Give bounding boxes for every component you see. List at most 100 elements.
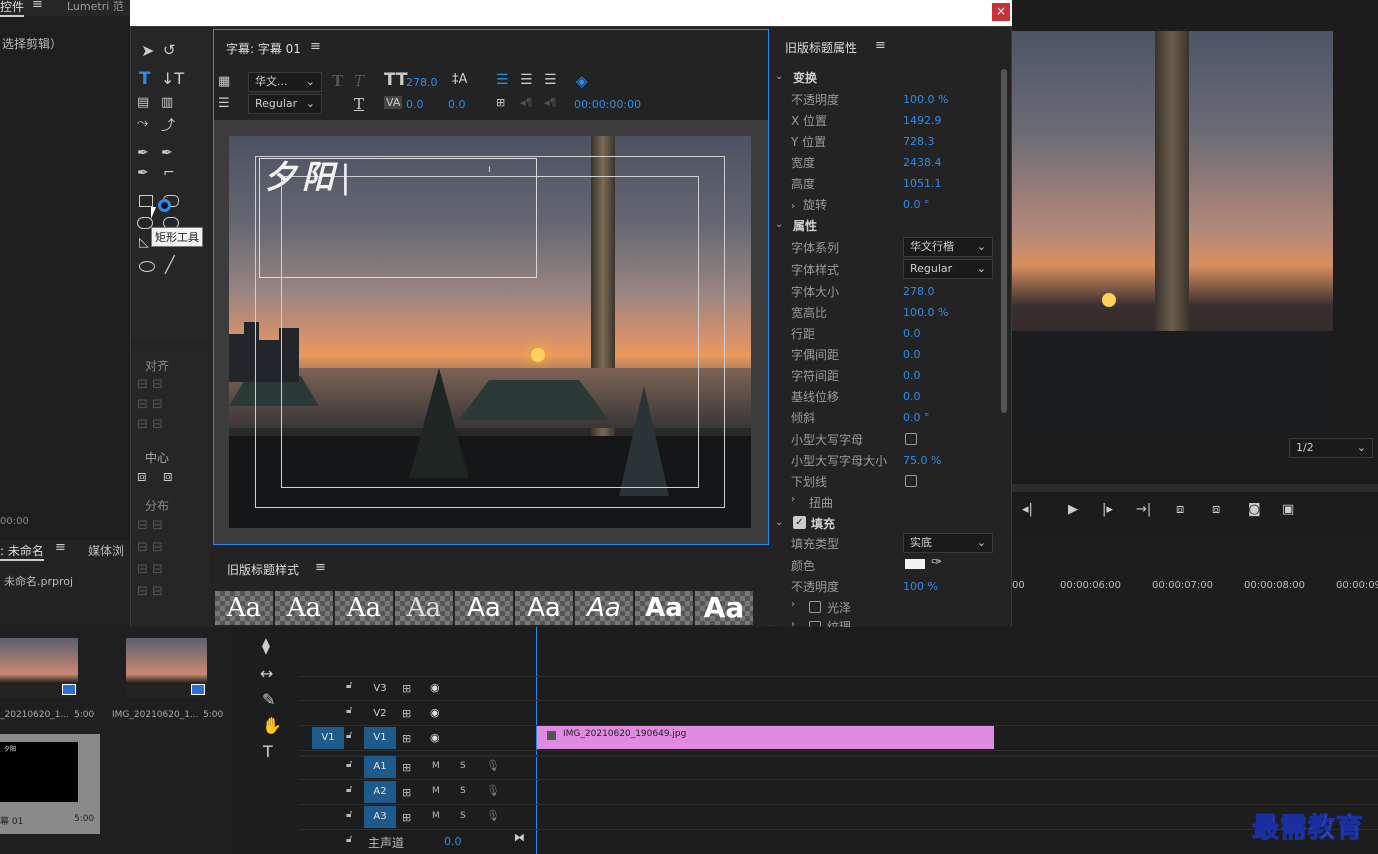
align-left-icon[interactable]: ☰ <box>496 72 509 88</box>
menu-icon[interactable]: ≡ <box>310 39 321 54</box>
prop-value[interactable]: 0.0 <box>903 327 921 340</box>
rotation-tool-icon[interactable]: ↺ <box>163 41 176 59</box>
align-center-icon[interactable]: ☰ <box>520 72 533 88</box>
eye-icon[interactable]: ◉ <box>430 706 440 719</box>
font-style-select[interactable]: Regular ⌄ <box>248 94 322 114</box>
tab-media-browser[interactable]: 媒体浏 <box>88 542 124 559</box>
zoom-select[interactable]: 1/2 ⌄ <box>1289 438 1373 458</box>
chevron-down-icon[interactable]: ⌄ <box>775 71 783 82</box>
play-icon[interactable]: ▶ <box>1068 502 1078 517</box>
vertical-area-type-icon[interactable]: ▥ <box>161 95 173 110</box>
step-forward-icon[interactable]: |▸ <box>1102 502 1113 517</box>
master-volume-value[interactable]: 0.0 <box>444 835 462 848</box>
line-tool-icon[interactable]: ╱ <box>165 255 175 274</box>
underline-checkbox[interactable] <box>905 475 917 487</box>
font-style-dropdown[interactable]: Regular ⌄ <box>903 259 993 279</box>
pen-icon[interactable]: ✎ <box>262 690 275 709</box>
font-size-value[interactable]: 278.0 <box>406 76 438 89</box>
eye-icon[interactable]: ◉ <box>430 681 440 694</box>
small-caps-checkbox[interactable] <box>905 433 917 445</box>
style-swatch[interactable]: Aa <box>695 591 753 625</box>
leading-value[interactable]: 0.0 <box>448 98 466 111</box>
ellipse-tool-icon[interactable] <box>139 261 155 272</box>
track-a3[interactable]: A3 <box>364 806 396 828</box>
tab-stops-icon[interactable]: ⊞ <box>496 96 505 109</box>
menu-icon[interactable]: ≡ <box>32 0 43 12</box>
compare-icon[interactable]: ▣ <box>1282 502 1294 517</box>
source-patch-v1[interactable]: V1 <box>312 727 344 749</box>
go-to-out-icon[interactable]: →| <box>1136 502 1151 517</box>
track-v2[interactable]: V2 <box>364 703 394 725</box>
track-a1[interactable]: A1 <box>364 756 396 778</box>
menu-icon[interactable]: ≡ <box>875 38 886 53</box>
prop-value[interactable]: 278.0 <box>903 285 935 298</box>
new-title-icon[interactable]: ▦ <box>218 74 230 89</box>
section-fill[interactable]: 填充 <box>811 515 835 532</box>
selection-tool-icon[interactable]: ➤ <box>141 41 154 60</box>
timecode[interactable]: 00:00:00:00 <box>574 98 641 111</box>
sync-icon[interactable]: ⊞ <box>402 707 411 720</box>
extract-icon[interactable]: ⧈ <box>1212 502 1220 517</box>
center-vertical-icon[interactable]: ⧈ <box>163 467 173 485</box>
solo-button[interactable]: S <box>460 811 466 821</box>
chevron-right-icon[interactable]: › <box>791 494 795 505</box>
prop-value[interactable]: 100.0 % <box>903 306 948 319</box>
prop-value[interactable]: 0.0 ° <box>903 198 930 211</box>
prop-value[interactable]: 0.0 <box>903 369 921 382</box>
center-horizontal-icon[interactable]: ⧈ <box>137 467 147 485</box>
sync-icon[interactable]: ⊞ <box>402 811 411 824</box>
chevron-right-icon[interactable]: › <box>791 201 795 212</box>
mic-icon[interactable]: 🎙︎ <box>486 759 500 772</box>
vertical-path-type-icon[interactable]: ⤴ <box>161 115 175 135</box>
vertical-type-tool-icon[interactable]: ↓T <box>161 69 184 88</box>
lock-icon[interactable]: 🔓︎ <box>346 680 352 691</box>
prop-value[interactable]: 2438.4 <box>903 156 942 169</box>
tab-stops-icon[interactable]: ☰ <box>218 96 230 111</box>
bold-icon[interactable]: T <box>332 72 343 90</box>
prop-value[interactable]: 1051.1 <box>903 177 942 190</box>
rectangle-tool-icon[interactable] <box>139 195 153 207</box>
style-swatch[interactable]: Aa <box>635 591 693 625</box>
show-background-icon[interactable]: ◈ <box>576 72 588 90</box>
menu-icon[interactable]: ≡ <box>315 560 326 575</box>
slip-icon[interactable]: ↔ <box>260 664 273 683</box>
razor-icon[interactable]: ⧫ <box>262 636 270 655</box>
font-family-select[interactable]: 华文... ⌄ <box>248 72 322 92</box>
style-swatch[interactable]: Aa <box>395 591 453 625</box>
italic-icon[interactable]: T <box>354 72 364 90</box>
section-transform[interactable]: 变换 <box>793 69 817 86</box>
prop-value[interactable]: 100 % <box>903 580 938 593</box>
track-a2[interactable]: A2 <box>364 781 396 803</box>
font-family-dropdown[interactable]: 华文行楷 ⌄ <box>903 237 993 257</box>
zoom-to-fit-icon[interactable]: ⧓ <box>514 831 525 844</box>
prop-value[interactable]: 100.0 % <box>903 93 948 106</box>
pen-tool-icon[interactable]: ✒ <box>137 145 149 161</box>
color-swatch[interactable] <box>905 559 925 569</box>
lift-icon[interactable]: ⧈ <box>1176 502 1184 517</box>
prop-value[interactable]: 0.0 ° <box>903 411 930 424</box>
prop-value[interactable]: 0.0 <box>903 390 921 403</box>
selected-item[interactable]: 夕阳 幕 01 5:00 <box>0 734 100 834</box>
lock-icon[interactable]: 🔓︎ <box>346 759 352 770</box>
wedge-tool-icon[interactable]: ◺ <box>139 235 149 250</box>
lock-icon[interactable]: 🔓︎ <box>346 730 352 741</box>
prop-value[interactable]: 728.3 <box>903 135 935 148</box>
eye-icon[interactable]: ◉ <box>430 731 440 744</box>
style-swatch[interactable]: Aa <box>515 591 573 625</box>
mic-icon[interactable]: 🎙︎ <box>486 784 500 797</box>
style-swatch[interactable]: Aa <box>575 591 633 625</box>
sync-icon[interactable]: ⊞ <box>402 761 411 774</box>
underline-icon[interactable]: T <box>354 95 364 113</box>
sheen-checkbox[interactable] <box>809 601 821 613</box>
fill-type-dropdown[interactable]: 实底 ⌄ <box>903 533 993 553</box>
convert-anchor-icon[interactable]: ⌐ <box>163 165 175 181</box>
style-swatch[interactable]: Aa <box>455 591 513 625</box>
step-back-icon[interactable]: ◂| <box>1022 502 1033 517</box>
mic-icon[interactable]: 🎙︎ <box>486 809 500 822</box>
area-type-tool-icon[interactable]: ▤ <box>137 95 149 110</box>
close-button[interactable]: × <box>992 3 1010 21</box>
title-text[interactable]: 夕阳| <box>264 152 357 198</box>
menu-icon[interactable]: ≡ <box>55 540 66 555</box>
track-v3[interactable]: V3 <box>364 678 394 700</box>
hand-icon[interactable]: ✋ <box>262 716 282 735</box>
